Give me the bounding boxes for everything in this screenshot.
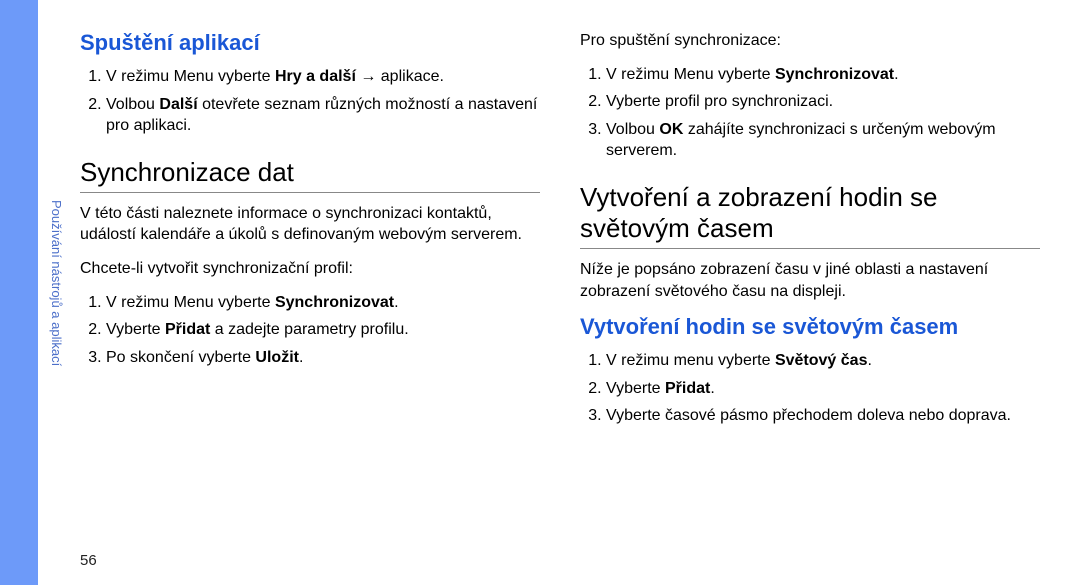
text: Volbou [106,96,159,113]
list-item: Volbou OK zahájíte synchronizaci s určen… [606,119,1040,162]
paragraph: V této části naleznete informace o synch… [80,203,540,246]
side-label: Používání nástrojů a aplikací [44,200,64,460]
list-sync: V režimu Menu vyberte Synchronizovat. Vy… [80,292,540,369]
list-item: V režimu Menu vyberte Synchronizovat. [106,292,540,314]
text: Po skončení vyberte [106,349,255,366]
list-item: V režimu menu vyberte Světový čas. [606,350,1040,372]
bold: Uložit [255,349,299,366]
text: V režimu Menu vyberte [606,66,775,83]
list-item: Vyberte Přidat a zadejte parametry profi… [106,319,540,341]
bold: Přidat [165,321,210,338]
heading-world-clock: Vytvoření a zobrazení hodin se světovým … [580,182,1040,249]
bold: Světový čas [775,352,868,369]
heading-create-clock: Vytvoření hodin se světovým časem [580,314,1040,340]
list-item: V režimu Menu vyberte Hry a další → apli… [106,66,540,88]
text: . [299,349,303,366]
page-content: Spuštění aplikací V režimu Menu vyberte … [80,30,1040,439]
list-item: Volbou Další otevřete seznam různých mož… [106,94,540,137]
bold: Hry a další [275,68,356,85]
bold: Přidat [665,380,710,397]
heading-sync: Synchronizace dat [80,157,540,193]
list-apps: V režimu Menu vyberte Hry a další → apli… [80,66,540,137]
right-column: Pro spuštění synchronizace: V režimu Men… [580,30,1040,439]
paragraph: Níže je popsáno zobrazení času v jiné ob… [580,259,1040,302]
paragraph: Chcete-li vytvořit synchronizační profil… [80,258,540,280]
bold: OK [659,121,683,138]
list-item: Po skončení vyberte Uložit. [106,347,540,369]
text: . [867,352,871,369]
left-column: Spuštění aplikací V režimu Menu vyberte … [80,30,540,439]
text: a zadejte parametry profilu. [210,321,408,338]
list-sync-run: V režimu Menu vyberte Synchronizovat. Vy… [580,64,1040,162]
list-item: Vyberte časové pásmo přechodem doleva ne… [606,405,1040,427]
bold: Další [159,96,197,113]
list-item: V režimu Menu vyberte Synchronizovat. [606,64,1040,86]
text: Vyberte [606,380,665,397]
bold: Synchronizovat [275,294,394,311]
text: . [894,66,898,83]
paragraph: Pro spuštění synchronizace: [580,30,1040,52]
text: . [710,380,714,397]
text: Volbou [606,121,659,138]
text: V režimu menu vyberte [606,352,775,369]
page-number: 56 [80,552,97,569]
heading-apps: Spuštění aplikací [80,30,540,56]
list-create-clock: V režimu menu vyberte Světový čas. Vyber… [580,350,1040,427]
text: . [394,294,398,311]
text: V režimu Menu vyberte [106,68,275,85]
side-tab [0,0,38,585]
list-item: Vyberte profil pro synchronizaci. [606,91,1040,113]
text: → aplikace. [356,68,444,85]
text: Vyberte [106,321,165,338]
list-item: Vyberte Přidat. [606,378,1040,400]
text: V režimu Menu vyberte [106,294,275,311]
bold: Synchronizovat [775,66,894,83]
